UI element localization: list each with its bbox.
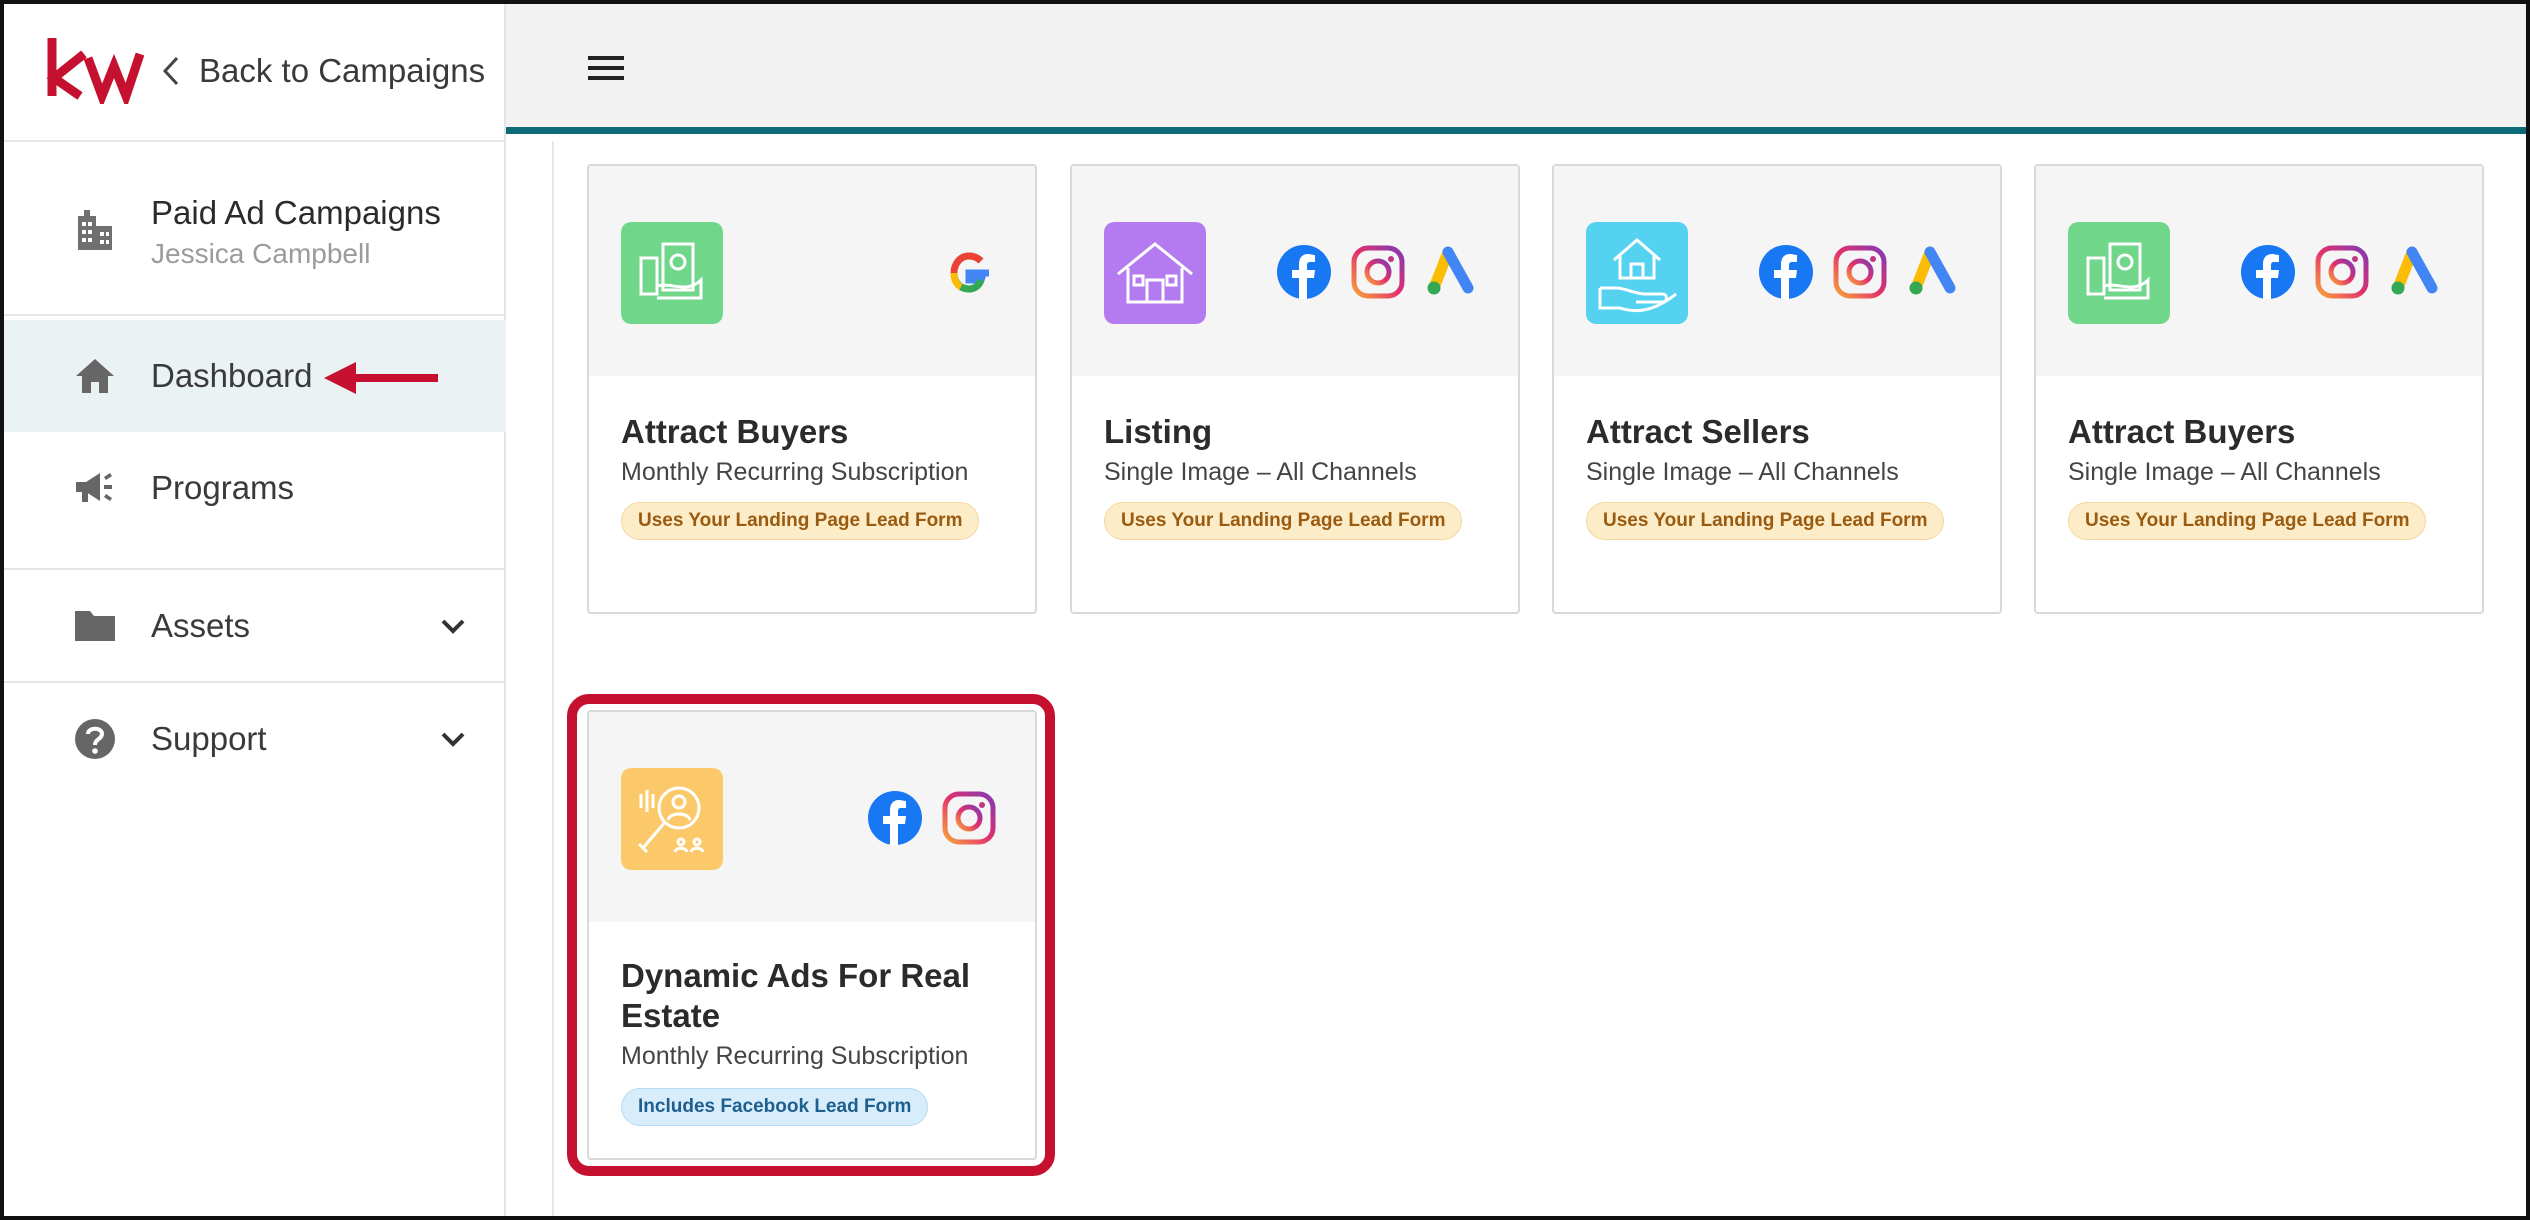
annotation-arrow-icon [324,362,438,394]
lead-form-badge: Uses Your Landing Page Lead Form [1104,502,1463,540]
campaign-card[interactable]: Attract Buyers Single Image – All Channe… [2034,164,2484,614]
back-to-campaigns-link[interactable]: Back to Campaigns [159,52,485,90]
facebook-icon [868,791,922,845]
campaign-owner: Jessica Campbell [151,238,371,269]
channel-list [1276,244,1480,300]
sidebar-item-label: Dashboard [151,357,313,394]
campaign-title: Paid Ad Campaigns [151,194,441,231]
sidebar-header: Back to Campaigns [4,4,506,142]
lead-form-badge: Uses Your Landing Page Lead Form [1586,502,1945,540]
facebook-icon [1759,245,1813,299]
lead-form-badge: Includes Facebook Lead Form [621,1088,929,1126]
card-header [589,712,1035,922]
chevron-left-icon [162,56,179,86]
campaign-card[interactable]: Attract Sellers Single Image – All Chann… [1552,164,2002,614]
kw-logo[interactable] [44,32,144,104]
sidebar: Back to Campaigns Paid Ad Campaigns Jess… [4,4,506,1216]
google-ads-icon [1909,246,1956,295]
google-icon [950,252,989,293]
card-header [1072,166,1518,376]
money-hand-icon [2068,222,2170,324]
campaign-card[interactable]: Listing Single Image – All Channels Uses… [1070,164,1520,614]
card-subtitle: Single Image – All Channels [1586,458,1899,486]
card-header [1554,166,2000,376]
content-divider [552,141,554,1216]
search-people-icon [621,768,723,870]
card-title: Dynamic Ads For Real Estate [621,957,971,1034]
money-hand-icon [621,222,723,324]
facebook-icon [1277,245,1331,299]
card-subtitle: Single Image – All Channels [2068,458,2381,486]
card-subtitle: Monthly Recurring Subscription [621,1042,969,1070]
lead-form-badge: Uses Your Landing Page Lead Form [621,502,980,540]
screenshot-frame: Back to Campaigns Paid Ad Campaigns Jess… [0,0,2530,1220]
card-header [2036,166,2482,376]
sidebar-item-label: Support [151,720,267,757]
building-icon [78,210,112,250]
campaign-card[interactable]: Attract Buyers Monthly Recurring Subscri… [587,164,1037,614]
sidebar-item-programs[interactable]: Programs [4,432,506,544]
folder-icon [75,611,115,641]
sidebar-item-support[interactable]: Support [4,683,506,795]
menu-icon[interactable] [586,52,626,84]
sidebar-item-label: Programs [151,469,295,506]
card-title: Listing [1104,413,1213,450]
facebook-icon [2241,245,2295,299]
card-title: Attract Buyers [2068,413,2296,450]
instagram-icon [942,791,996,845]
channel-list [867,790,997,846]
campaign-info: Paid Ad Campaigns Jessica Campbell [4,144,506,316]
chevron-down-icon[interactable] [436,722,470,756]
instagram-icon [1833,245,1887,299]
house-hand-icon [1586,222,1688,324]
house-icon [1104,222,1206,324]
channel-list [941,244,997,300]
lead-form-badge: Uses Your Landing Page Lead Form [2068,502,2427,540]
home-icon [76,359,114,393]
card-title: Attract Sellers [1586,413,1810,450]
campaign-card-dynamic-ads[interactable]: Dynamic Ads For Real Estate Monthly Recu… [587,710,1037,1160]
google-ads-icon [1427,246,1474,295]
card-title: Attract Buyers [621,413,849,450]
megaphone-icon [76,473,112,502]
help-icon [75,719,115,759]
google-ads-icon [2391,246,2438,295]
back-link-label: Back to Campaigns [199,52,486,89]
instagram-icon [2315,245,2369,299]
card-subtitle: Monthly Recurring Subscription [621,458,969,486]
sidebar-item-label: Assets [151,607,251,644]
channel-list [2240,244,2444,300]
chevron-down-icon[interactable] [436,609,470,643]
top-bar [506,4,2526,134]
card-subtitle: Single Image – All Channels [1104,458,1417,486]
card-header [589,166,1035,376]
instagram-icon [1351,245,1405,299]
channel-list [1758,244,1962,300]
sidebar-item-assets[interactable]: Assets [4,570,506,682]
